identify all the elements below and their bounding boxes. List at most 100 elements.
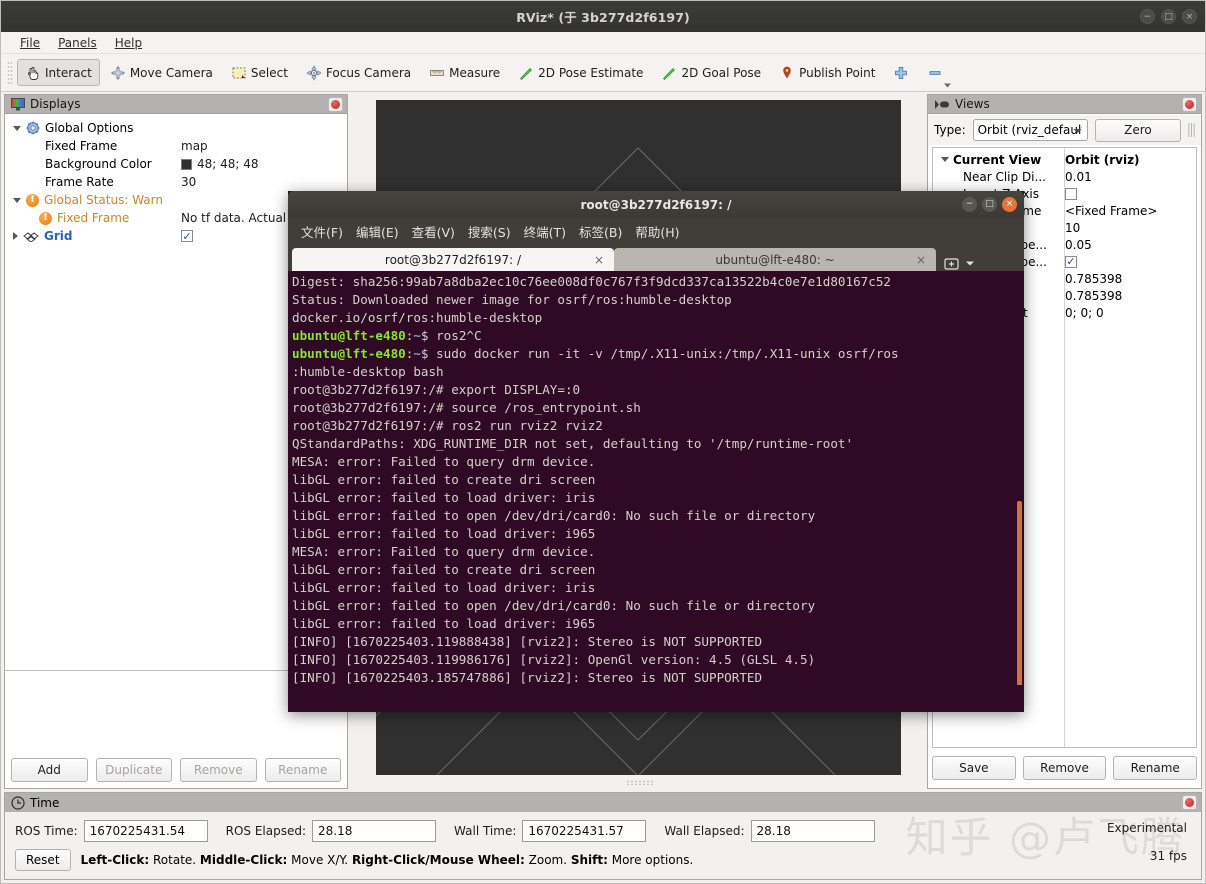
terminal-line: MESA: error: Failed to query drm device. bbox=[292, 544, 596, 559]
minimize-icon[interactable]: − bbox=[962, 197, 977, 212]
display-value-fixed-frame[interactable]: map bbox=[181, 139, 208, 153]
display-row-global-options[interactable]: Global Options bbox=[5, 119, 347, 137]
terminal-menu-terminal[interactable]: 终端(T) bbox=[519, 220, 571, 243]
close-icon[interactable]: × bbox=[1002, 197, 1017, 212]
tool-remove[interactable] bbox=[919, 59, 952, 89]
terminal-menu-view[interactable]: 查看(V) bbox=[407, 220, 460, 243]
display-value-background-color[interactable]: 48; 48; 48 bbox=[197, 157, 259, 171]
ros-time-input[interactable]: 1670225431.54 bbox=[83, 820, 208, 842]
terminal-tab-actions bbox=[944, 256, 975, 271]
add-display-button[interactable]: Add bbox=[11, 758, 88, 782]
tool-2d-pose-estimate[interactable]: 2D Pose Estimate bbox=[510, 59, 651, 86]
view-row-near-clip-distance[interactable]: Near Clip Di... 0.01 bbox=[933, 168, 1196, 185]
tool-move-camera[interactable]: Move Camera bbox=[102, 59, 221, 86]
menu-bar: File Panels Help bbox=[1, 32, 1205, 54]
view-value-focal-shape-size[interactable]: 0.05 bbox=[1065, 238, 1092, 252]
display-label-global-options: Global Options bbox=[45, 121, 134, 135]
zero-view-button[interactable]: Zero bbox=[1094, 118, 1181, 142]
terminal-output[interactable]: Digest: sha256:99ab7a8dba2ec10c76ee008df… bbox=[288, 271, 1024, 685]
tool-interact[interactable]: Interact bbox=[17, 59, 100, 86]
ros-elapsed-input[interactable]: 28.18 bbox=[312, 820, 437, 842]
display-value-frame-rate[interactable]: 30 bbox=[181, 175, 196, 189]
close-tab-icon[interactable]: × bbox=[594, 253, 604, 267]
expander-down-icon[interactable] bbox=[13, 125, 21, 131]
close-displays-panel-button[interactable] bbox=[328, 97, 343, 112]
time-fields-row: ROS Time: 1670225431.54 ROS Elapsed: 28.… bbox=[5, 812, 1201, 842]
focal-shape-fixed-checkbox[interactable]: ✓ bbox=[1065, 255, 1077, 268]
menu-item-file[interactable]: File bbox=[11, 34, 49, 52]
terminal-line: MESA: error: Failed to query drm device. bbox=[292, 454, 596, 469]
terminal-menu-help[interactable]: 帮助(H) bbox=[630, 220, 684, 243]
duplicate-display-button[interactable]: Duplicate bbox=[95, 758, 172, 782]
menu-item-help-label: Help bbox=[114, 35, 143, 50]
terminal-menu-search[interactable]: 搜索(S) bbox=[463, 220, 516, 243]
terminal-menu-edit[interactable]: 编辑(E) bbox=[351, 220, 404, 243]
terminal-menu-tabs[interactable]: 标签(B) bbox=[574, 220, 627, 243]
save-view-button[interactable]: Save bbox=[932, 756, 1016, 780]
new-tab-icon[interactable] bbox=[944, 256, 959, 271]
display-row-background-color[interactable]: Background Color 48; 48; 48 bbox=[5, 155, 347, 173]
hint-right-click-desc: Zoom. bbox=[524, 853, 571, 867]
tool-measure[interactable]: Measure bbox=[421, 59, 508, 86]
tool-publish-point[interactable]: Publish Point bbox=[771, 59, 883, 86]
tool-add[interactable] bbox=[885, 59, 917, 86]
remove-view-label: Remove bbox=[1040, 761, 1089, 775]
remove-view-button[interactable]: Remove bbox=[1022, 756, 1107, 780]
viewport-splitter-handle[interactable] bbox=[626, 780, 654, 785]
clock-icon bbox=[11, 795, 25, 810]
tool-focus-camera[interactable]: Focus Camera bbox=[298, 59, 419, 86]
display-row-frame-rate[interactable]: Frame Rate 30 bbox=[5, 173, 347, 191]
close-tab-icon[interactable]: × bbox=[916, 253, 926, 267]
view-value-target-frame[interactable]: <Fixed Frame> bbox=[1065, 204, 1157, 218]
display-label-fixed-frame: Fixed Frame bbox=[45, 139, 118, 153]
terminal-command: $ ros2^C bbox=[420, 328, 482, 343]
view-value-focal-point[interactable]: 0; 0; 0 bbox=[1065, 306, 1104, 320]
minimize-icon[interactable]: − bbox=[1140, 9, 1155, 24]
rename-view-button[interactable]: Rename bbox=[1113, 756, 1198, 780]
remove-display-button[interactable]: Remove bbox=[180, 758, 257, 782]
rename-display-button[interactable]: Rename bbox=[264, 758, 341, 782]
grid-enabled-checkbox[interactable]: ✓ bbox=[181, 230, 193, 242]
close-views-panel-button[interactable] bbox=[1182, 97, 1197, 112]
expander-right-icon[interactable] bbox=[13, 232, 18, 240]
tool-interact-label: Interact bbox=[45, 65, 92, 80]
wall-elapsed-input[interactable]: 28.18 bbox=[750, 820, 875, 842]
view-type-select[interactable]: Orbit (rviz_default_) bbox=[972, 119, 1088, 141]
view-value-distance[interactable]: 10 bbox=[1065, 221, 1080, 235]
reset-button[interactable]: Reset bbox=[15, 849, 71, 871]
views-button-row: Save Remove Rename bbox=[932, 756, 1198, 781]
view-value-near-clip-distance[interactable]: 0.01 bbox=[1065, 170, 1092, 184]
display-row-fixed-frame[interactable]: Fixed Frame map bbox=[5, 137, 347, 155]
close-icon[interactable]: × bbox=[1182, 9, 1197, 24]
tool-2d-goal-pose-label: 2D Goal Pose bbox=[681, 65, 762, 80]
terminal-menu-file[interactable]: 文件(F) bbox=[296, 220, 348, 243]
expander-down-icon[interactable] bbox=[941, 157, 949, 162]
displays-icon bbox=[11, 97, 25, 110]
chevron-down-icon[interactable] bbox=[943, 82, 952, 89]
terminal-scrollbar[interactable] bbox=[1017, 501, 1022, 685]
menu-item-panels[interactable]: Panels bbox=[49, 34, 106, 52]
view-row-current-view[interactable]: Current View Orbit (rviz) bbox=[933, 151, 1196, 168]
expander-down-icon[interactable] bbox=[13, 197, 21, 203]
tool-2d-goal-pose[interactable]: 2D Goal Pose bbox=[653, 59, 769, 86]
menu-item-help[interactable]: Help bbox=[106, 34, 151, 52]
hint-shift: Shift: bbox=[570, 853, 608, 867]
tool-select[interactable]: Select bbox=[223, 59, 296, 86]
terminal-line: Status: Downloaded newer image for osrf/… bbox=[292, 292, 732, 307]
views-panel-resize-handle[interactable] bbox=[1188, 120, 1195, 140]
wall-time-input[interactable]: 1670225431.57 bbox=[522, 820, 647, 842]
invert-z-axis-checkbox[interactable] bbox=[1065, 187, 1077, 200]
view-label-current-view: Current View bbox=[953, 152, 1042, 167]
terminal-window[interactable]: root@3b277d2f6197: / − □ × 文件(F) 编辑(E) 查… bbox=[288, 191, 1024, 712]
chevron-down-icon[interactable] bbox=[965, 260, 975, 267]
view-value-yaw[interactable]: 0.785398 bbox=[1065, 272, 1122, 286]
maximize-icon[interactable]: □ bbox=[1161, 9, 1176, 24]
display-label-status-fixed-frame: Fixed Frame bbox=[57, 211, 130, 225]
terminal-tab-root[interactable]: root@3b277d2f6197: / × bbox=[292, 248, 614, 271]
terminal-tab-ubuntu[interactable]: ubuntu@lft-e480: ~ × bbox=[614, 248, 936, 271]
toolbar-drag-handle[interactable] bbox=[7, 60, 13, 85]
display-label-global-status: Global Status: Warn bbox=[44, 193, 163, 207]
view-value-pitch[interactable]: 0.785398 bbox=[1065, 289, 1122, 303]
close-time-panel-button[interactable] bbox=[1182, 795, 1197, 810]
maximize-icon[interactable]: □ bbox=[982, 197, 997, 212]
